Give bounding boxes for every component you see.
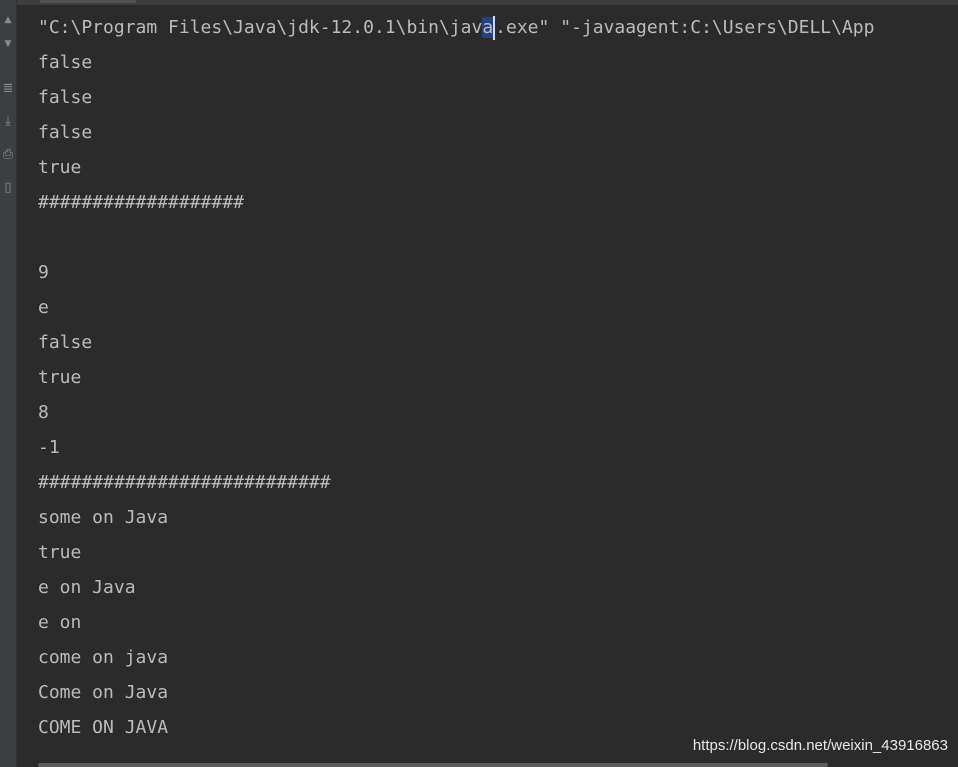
output-line-1: false [38,52,93,73]
run-tab[interactable] [40,0,136,3]
output-line-19: Come on Java [38,682,169,703]
command-line: "C:\Program Files\Java\jdk-12.0.1\bin\ja… [38,10,958,45]
down-arrow-icon[interactable]: ▼ [0,36,16,52]
tool-window-header [0,0,958,5]
up-arrow-icon[interactable]: ▲ [0,12,16,28]
output-line-11: 8 [38,402,49,423]
trash-icon[interactable]: ▯ [0,180,16,196]
print-icon[interactable]: ⎙ [0,147,16,163]
output-line-3: false [38,122,93,143]
output-line-6 [38,220,958,255]
scroll-to-end-icon[interactable]: ⤓ [0,114,16,130]
run-console-window: ▲ ▼ ≣ ⤓ ⎙ ▯ "C:\Program Files\Java\jdk-1… [0,0,958,767]
command-prefix: "C:\Program Files\Java\jdk-12.0.1\bin\ja… [38,17,483,38]
output-line-7: 9 [38,262,49,283]
horizontal-scrollbar[interactable] [38,763,828,767]
soft-wrap-icon[interactable]: ≣ [0,81,16,97]
output-line-13: ########################### [38,472,331,493]
output-line-16: e on Java [38,577,136,598]
selected-char: a [482,17,494,38]
output-line-15: true [38,542,82,563]
output-line-8: e [38,297,49,318]
output-line-18: come on java [38,647,169,668]
output-line-2: false [38,87,93,108]
command-suffix: .exe" "-javaagent:C:\Users\DELL\App [495,17,875,38]
output-line-9: false [38,332,93,353]
output-line-10: true [38,367,82,388]
output-line-4: true [38,157,82,178]
output-line-5: ################### [38,192,244,213]
console-output[interactable]: "C:\Program Files\Java\jdk-12.0.1\bin\ja… [38,10,958,745]
console-toolbar: ▲ ▼ ≣ ⤓ ⎙ ▯ [0,0,17,767]
output-line-17: e on [38,612,82,633]
watermark: https://blog.csdn.net/weixin_43916863 [692,737,948,754]
output-line-14: some on Java [38,507,169,528]
output-line-12: -1 [38,437,60,458]
